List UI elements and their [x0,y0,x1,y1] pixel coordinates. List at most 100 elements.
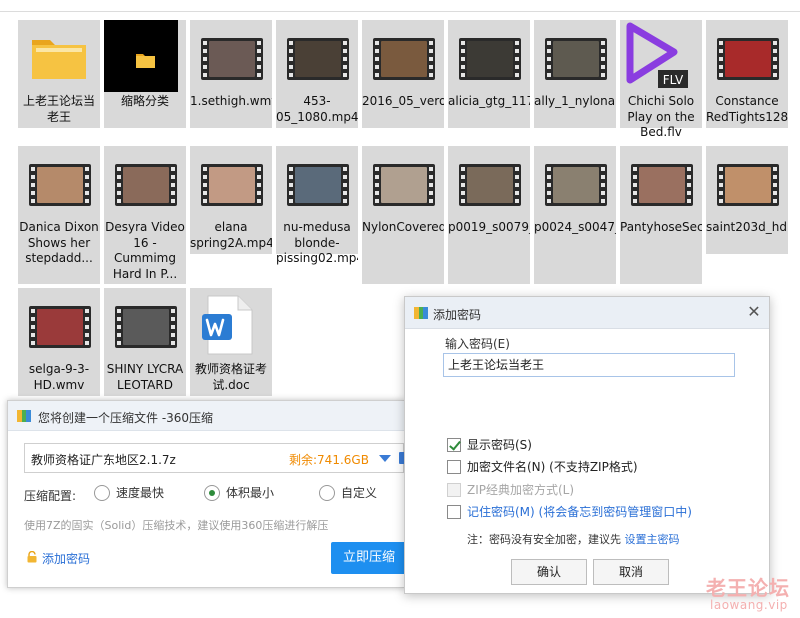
video-thumbnail [115,306,177,348]
zip-classic-encryption-checkbox: ZIP经典加密方式(L) [447,483,574,499]
file-item[interactable]: elana spring2A.mp4 [190,146,272,254]
archive-app-icon [414,307,428,319]
file-item[interactable]: alicia_gtg_1179.mp4 [448,20,530,128]
encrypt-filenames-checkbox[interactable]: 加密文件名(N) (不支持ZIP格式) [447,460,638,476]
video-thumbnail [287,164,349,206]
checkbox-icon [447,505,461,519]
file-name: Desyra Video 16 - Cummimg Hard In P... [105,220,185,281]
file-name: 缩略分类 [120,94,169,108]
file-name: NylonCovered.com_bella_anne_1_1280x720..… [362,220,444,234]
option-smallest[interactable]: 体积最小 [204,485,274,501]
password-label: 输入密码(E) [445,337,510,351]
add-password-dialog: 添加密码 ✕ 输入密码(E) 上老王论坛当老王 显示密码(S) 加密文件名(N)… [404,296,770,594]
confirm-button[interactable]: 确认 [511,559,587,585]
password-dialog-title: 添加密码 [433,308,482,322]
video-thumbnail [373,164,435,206]
file-item[interactable]: 教师资格证考试.doc [190,288,272,396]
file-name: 453-05_1080.mp4 [276,94,358,124]
file-item[interactable]: Desyra Video 16 - Cummimg Hard In P... [104,146,186,284]
compress-window: 您将创建一个压缩文件 -360压缩 教师资格证广东地区2.1.7z 剩余:741… [7,400,413,588]
file-item[interactable]: 2016_05_veronica002_hd.mp4 [362,20,444,128]
video-thumbnail [545,164,607,206]
compress-now-button[interactable]: 立即压缩 [331,542,407,574]
video-thumbnail [29,164,91,206]
file-name: p0019_s0079_0018_adrianna_lily.full.3000… [448,220,530,234]
file-name: elana spring2A.mp4 [190,220,272,250]
radio-checked-icon [204,485,220,501]
file-item[interactable]: selga-9-3-HD.wmv [18,288,100,396]
lock-icon [27,551,37,563]
compress-titlebar[interactable]: 您将创建一个压缩文件 -360压缩 [8,401,404,431]
file-name: ally_1_nylonallover_com_720.mp4 [534,94,616,108]
video-thumbnail [545,38,607,80]
file-item[interactable]: Danica Dixon Shows her stepdadd... [18,146,100,284]
add-password-label: 添加密码 [42,552,91,566]
checkbox-label: 记住密码(M) (将会备忘到密码管理窗口中) [467,505,692,519]
file-item[interactable]: ally_1_nylonallover_com_720.mp4 [534,20,616,128]
video-thumbnail [373,38,435,80]
checkbox-label: ZIP经典加密方式(L) [467,483,575,497]
password-input[interactable]: 上老王论坛当老王 [443,353,735,377]
archive-path: 教师资格证广东地区2.1.7z [31,453,176,467]
file-name: 1.sethigh.wmv [190,94,272,108]
close-icon[interactable]: ✕ [745,303,763,321]
file-item[interactable]: PantyhoseSecret.com_isabella_chrystin_1_… [620,146,702,284]
option-label: 速度最快 [116,486,165,500]
folder-icon [32,40,86,79]
dropdown-arrow-icon[interactable] [379,455,391,462]
file-name: Constance RedTights1280.mp4 [706,94,788,124]
password-titlebar[interactable]: 添加密码 ✕ [405,297,769,329]
flv-icon: FLV [626,22,688,88]
file-item[interactable]: Constance RedTights1280.mp4 [706,20,788,128]
checkbox-label: 显示密码(S) [467,438,532,452]
radio-icon [94,485,110,501]
file-item[interactable]: nu-medusa blonde-pissing02.mp4 [276,146,358,265]
compression-hint: 使用7Z的固实（Solid）压缩技术，建议使用360压缩进行解压 [24,519,329,532]
file-item[interactable]: NylonCovered.com_bella_anne_1_1280x720..… [362,146,444,284]
show-password-checkbox[interactable]: 显示密码(S) [447,438,532,454]
file-name: 上老王论坛当老王 [22,94,95,124]
option-label: 自定义 [341,486,378,500]
file-item[interactable]: 上老王论坛当老王 [18,20,100,128]
file-name: alicia_gtg_1179.mp4 [448,94,530,108]
file-name: Danica Dixon Shows her stepdadd... [19,220,99,265]
option-fastest[interactable]: 速度最快 [94,485,164,501]
file-item[interactable]: 缩略分类 [104,20,186,128]
option-custom[interactable]: 自定义 [319,485,377,501]
archive-path-input[interactable]: 教师资格证广东地区2.1.7z 剩余:741.6GB [24,443,413,473]
file-item[interactable]: 1.sethigh.wmv [190,20,272,128]
file-name: PantyhoseSecret.com_isabella_chrystin_1_… [620,220,702,234]
compress-title: 您将创建一个压缩文件 -360压缩 [38,411,214,425]
video-thumbnail [459,38,521,80]
file-name: p0024_s0047_2115_shay_laren_4.mp4 [534,220,616,234]
file-item[interactable]: FLV Chichi Solo Play on the Bed.flv [620,20,702,139]
file-name: SHINY LYCRA LEOTARD [106,362,184,392]
checkbox-label: 加密文件名(N) (不支持ZIP格式) [467,460,638,474]
free-space: 剩余:741.6GB [289,453,369,467]
radio-icon [319,485,335,501]
video-thumbnail [631,164,693,206]
cancel-button[interactable]: 取消 [593,559,669,585]
remember-password-checkbox[interactable]: 记住密码(M) (将会备忘到密码管理窗口中) [447,505,692,521]
file-name: Chichi Solo Play on the Bed.flv [627,94,695,139]
file-name: 2016_05_veronica002_hd.mp4 [362,94,444,108]
video-thumbnail [459,164,521,206]
video-thumbnail [201,38,263,80]
file-name: 教师资格证考试.doc [194,362,267,392]
video-thumbnail [115,164,177,206]
file-item[interactable]: saint203d_hd.mp4 [706,146,788,254]
video-thumbnail [717,38,779,80]
checkbox-icon [447,483,461,497]
file-item[interactable]: SHINY LYCRA LEOTARD [104,288,186,396]
checkbox-icon [447,460,461,474]
option-label: 体积最小 [226,486,275,500]
file-item[interactable]: p0019_s0079_0018_adrianna_lily.full.3000… [448,146,530,284]
video-thumbnail [201,164,263,206]
video-thumbnail [29,306,91,348]
file-item[interactable]: 453-05_1080.mp4 [276,20,358,128]
file-name: saint203d_hd.mp4 [706,220,788,234]
checkbox-checked-icon [447,438,461,452]
set-master-password-link[interactable]: 设置主密码 [625,533,680,546]
add-password-link[interactable]: 添加密码 [26,550,90,567]
file-item[interactable]: p0024_s0047_2115_shay_laren_4.mp4 [534,146,616,284]
